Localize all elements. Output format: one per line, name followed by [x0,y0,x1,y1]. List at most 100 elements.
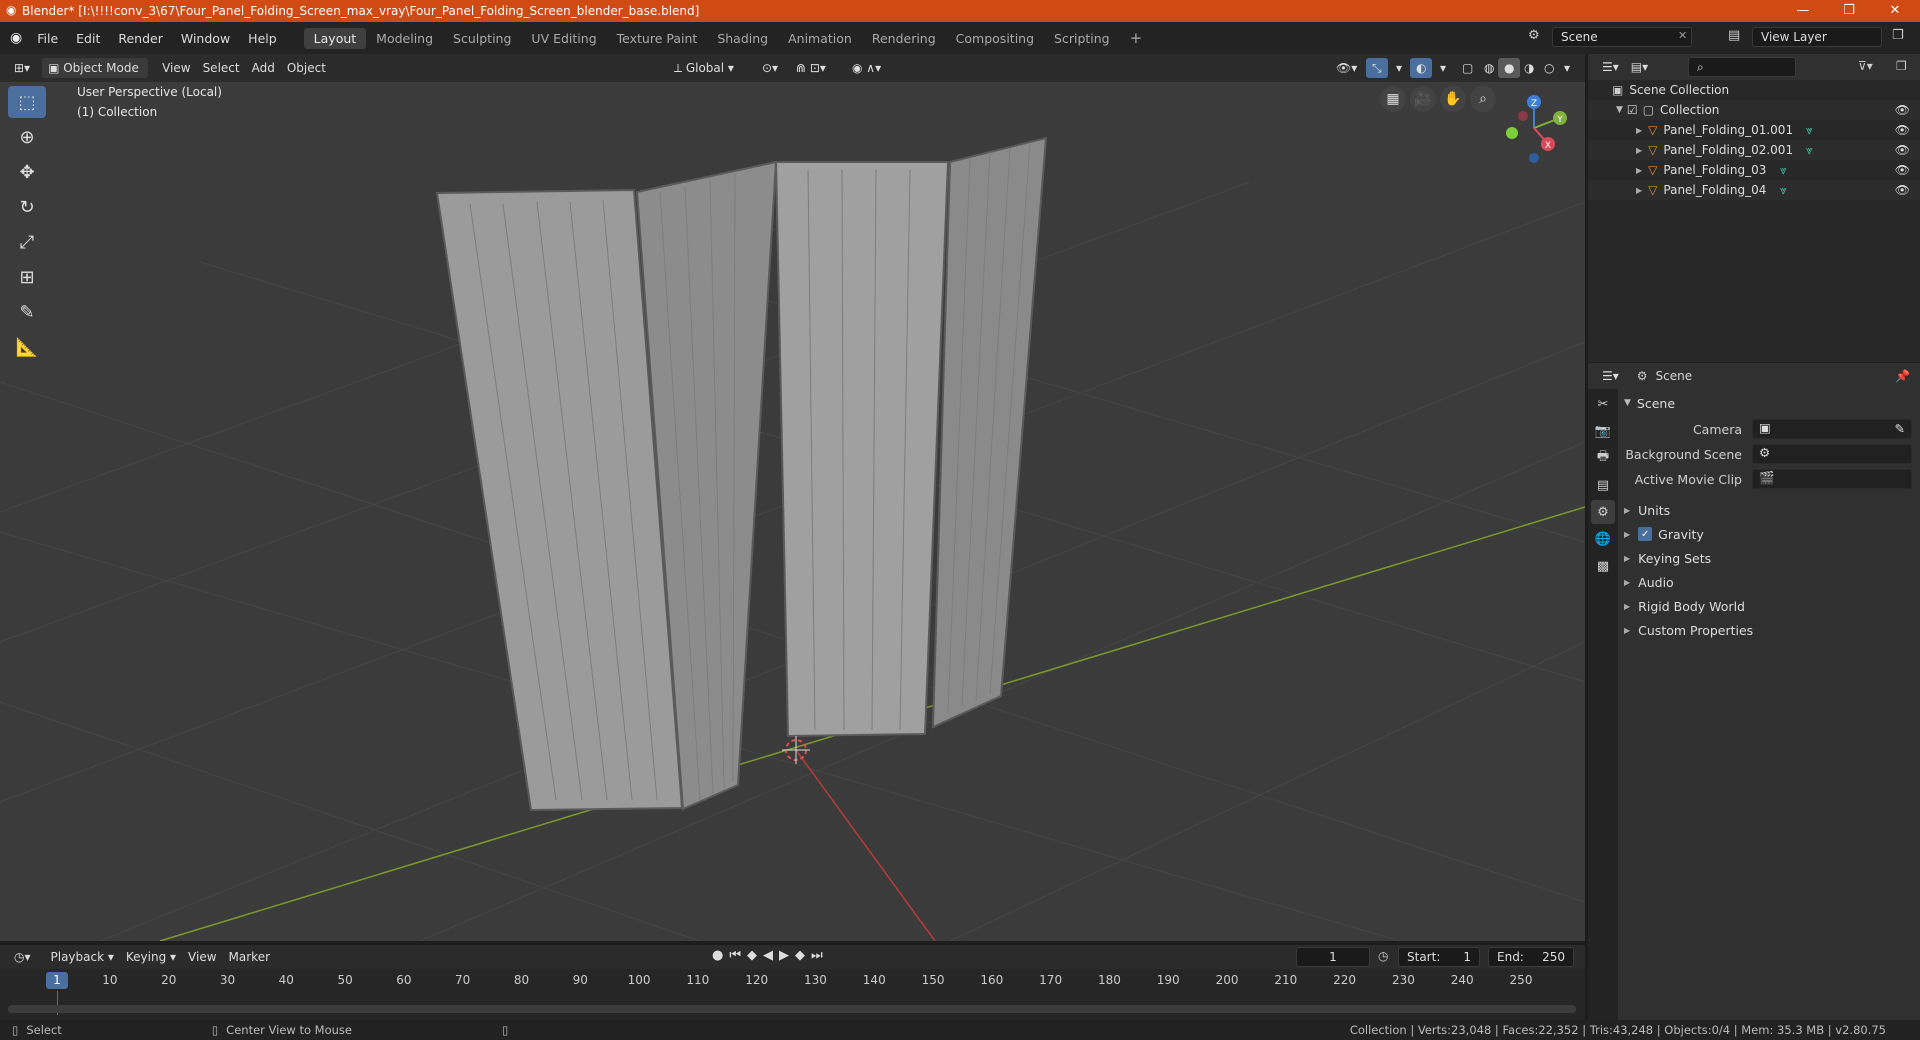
world-tab-icon[interactable]: 🌐 [1591,527,1615,551]
gravity-checkbox[interactable]: ✓ [1638,527,1653,541]
tab-animation[interactable]: Animation [778,28,862,49]
transform-tool-icon[interactable]: ⊞ [8,261,46,293]
outliner-search-input[interactable]: ⌕ [1688,57,1796,77]
view-layer-tab-icon[interactable]: ▤ [1591,473,1615,497]
tab-modeling[interactable]: Modeling [366,28,443,49]
clock-icon[interactable]: ◷ [1378,949,1388,963]
zoom-icon[interactable]: ⌕ [1470,86,1496,112]
close-icon[interactable]: ✕ [1678,29,1687,42]
outliner-row-object[interactable]: ▶ ▽ Panel_Folding_04 ⩔ 👁 [1588,180,1920,200]
eye-icon[interactable]: 👁 [1895,143,1910,157]
expand-arrow-icon[interactable]: ▶ [1624,530,1630,539]
timeline-scrollbar[interactable] [8,1005,1576,1013]
3d-viewport[interactable]: User Perspective (Local) (1) Collection … [0,82,1585,941]
viewport-menu-view[interactable]: View [156,58,196,78]
camera-view-icon[interactable]: 🎥 [1410,86,1436,112]
expand-arrow-icon[interactable]: ▶ [1624,506,1630,515]
measure-tool-icon[interactable]: 📐 [8,331,46,363]
tab-texture-paint[interactable]: Texture Paint [607,28,708,49]
xray-icon[interactable]: ▢ [1456,58,1479,78]
new-view-layer-icon[interactable]: ❐ [1892,28,1904,43]
outliner-row-scene-collection[interactable]: ▣ Scene Collection [1588,80,1920,100]
tab-uv-editing[interactable]: UV Editing [521,28,606,49]
cursor-tool-icon[interactable]: ⊕ [8,121,46,153]
viewport-menu-object[interactable]: Object [281,58,332,78]
frame-ruler[interactable]: 1 10 20 30 40 50 60 70 80 90 100 110 120 130 140 150 160… [0,969,1585,991]
tab-sculpting[interactable]: Sculpting [443,28,521,49]
pivot-icon[interactable]: ⊙▾ [756,58,784,78]
editor-type-icon[interactable]: ⊞▾ [8,58,36,78]
active-movie-clip-field[interactable]: 🎬 [1752,469,1912,489]
start-frame-field[interactable]: Start: 1 [1398,947,1480,967]
pan-hand-icon[interactable]: ✋ [1440,86,1466,112]
select-box-tool-icon[interactable]: ⬚ [8,86,46,118]
maximize-button[interactable]: ❐ [1826,0,1872,22]
object-mode-dropdown[interactable]: ▣ Object Mode ▾ [42,58,149,95]
mesh-data-icon[interactable]: ⩔ [1780,183,1787,198]
overlay-toggle-icon[interactable]: ◐ [1410,58,1433,78]
gizmo-dropdown-icon[interactable]: ▾ [1390,58,1408,78]
outliner-row-object[interactable]: ▶ ▽ Panel_Folding_03 ⩔ 👁 [1588,160,1920,180]
eye-icon[interactable]: 👁 [1895,163,1910,177]
filter-icon[interactable]: ⊽▾ [1858,59,1873,73]
rotate-tool-icon[interactable]: ↻ [8,191,46,223]
background-scene-field[interactable]: ⚙ [1752,444,1912,464]
current-frame-field[interactable]: 1 [1296,947,1370,967]
mesh-data-icon[interactable]: ⩔ [1806,123,1813,138]
move-tool-icon[interactable]: ✥ [8,156,46,188]
menu-render[interactable]: Render [109,31,172,46]
close-button[interactable]: ✕ [1872,0,1918,22]
timeline-menu-playback[interactable]: Playback ▾ [45,947,120,967]
timeline-menu-keying[interactable]: Keying ▾ [120,947,182,967]
checkbox-icon[interactable]: ☑ [1627,103,1638,117]
expand-arrow-icon[interactable]: ▶ [1636,186,1642,195]
expand-arrow-icon[interactable]: ▶ [1636,126,1642,135]
snap-icon[interactable]: ⋒ ⊡▾ [790,58,832,78]
output-tab-icon[interactable]: 🖶 [1591,446,1615,470]
viewport-menu-add[interactable]: Add [246,58,281,78]
end-frame-field[interactable]: End: 250 [1488,947,1574,967]
texture-tab-icon[interactable]: ▩ [1591,554,1615,578]
gravity-panel[interactable]: ▶ ✓ Gravity [1624,522,1912,546]
record-button-icon[interactable]: ● [712,948,729,963]
tab-rendering[interactable]: Rendering [862,28,946,49]
eye-icon[interactable]: 👁 [1895,103,1910,117]
navigation-gizmo[interactable]: Z Y X [1490,88,1570,168]
overlay-dropdown-icon[interactable]: ▾ [1434,58,1452,78]
outliner-row-object[interactable]: ▶ ▽ Panel_Folding_02.001 ⩔ 👁 [1588,140,1920,160]
outliner-row-collection[interactable]: ▼ ☑ ▢ Collection 👁 [1588,100,1920,120]
mesh-data-icon[interactable]: ⩔ [1780,163,1787,178]
display-mode-icon[interactable]: ▤▾ [1625,57,1654,77]
outliner-editor-type-icon[interactable]: ☰▾ [1596,57,1625,77]
keying-sets-panel[interactable]: ▶ Keying Sets [1624,546,1912,570]
timeline-menu-marker[interactable]: Marker [223,947,276,967]
gizmo-toggle-icon[interactable]: ⤡ [1366,58,1388,78]
eye-icon[interactable]: 👁 [1895,123,1910,137]
scale-tool-icon[interactable]: ⤢ [8,226,46,258]
shading-dropdown-icon[interactable]: ▾ [1558,58,1576,78]
prev-keyframe-icon[interactable]: ◆ [747,948,763,963]
menu-edit[interactable]: Edit [67,31,109,46]
blender-menu-icon[interactable]: ◉ [10,30,22,46]
jump-end-icon[interactable]: ⏭ [811,948,829,963]
timeline-editor-type-icon[interactable]: ◷▾ [8,947,37,967]
timeline-menu-view[interactable]: View [182,947,222,967]
mesh-data-icon[interactable]: ⩔ [1806,143,1813,158]
jump-start-icon[interactable]: ⏮ [729,948,747,963]
audio-panel[interactable]: ▶ Audio [1624,570,1912,594]
proportional-edit-icon[interactable]: ◉ ∧▾ [846,58,887,78]
expand-arrow-icon[interactable]: ▶ [1624,626,1630,635]
scene-section-header[interactable]: ▼ Scene [1624,391,1912,415]
scene-tab-icon[interactable]: ⚙ [1591,500,1615,524]
render-tab-icon[interactable]: 📷 [1591,419,1615,443]
visibility-icon[interactable]: 👁▾ [1330,58,1363,78]
new-collection-icon[interactable]: ❐ [1896,59,1907,73]
menu-file[interactable]: File [28,31,67,46]
menu-help[interactable]: Help [239,31,286,46]
tab-scripting[interactable]: Scripting [1044,28,1120,49]
pin-icon[interactable]: 📌 [1895,369,1910,383]
toggle-camera-view-grid-icon[interactable]: ▦ [1380,86,1406,112]
tab-layout[interactable]: Layout [303,27,367,49]
play-icon[interactable]: ▶ [779,948,795,963]
expand-arrow-icon[interactable]: ▶ [1624,602,1630,611]
